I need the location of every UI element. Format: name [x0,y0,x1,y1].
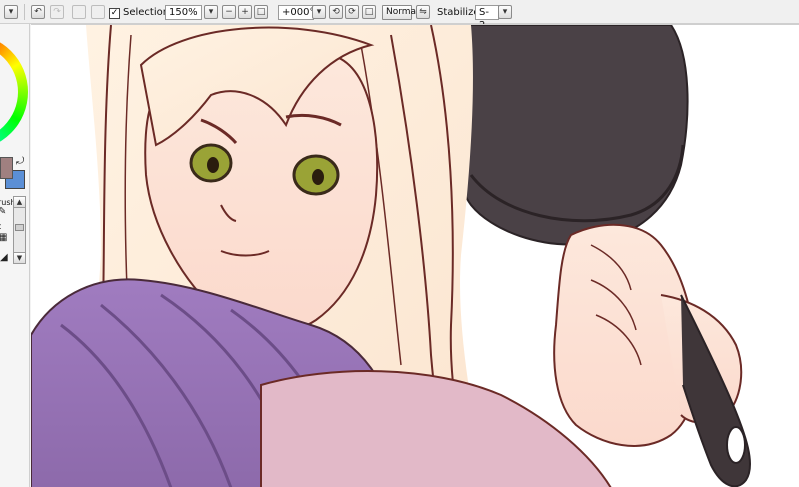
foreground-color-swatch[interactable] [0,157,13,179]
color-wheel-container [0,34,29,154]
stabilizer-dropdown-icon[interactable]: ▾ [498,5,512,19]
rotate-left-icon[interactable]: ⟲ [329,5,343,19]
zoom-field[interactable]: 150% [165,5,202,20]
flip-horizontal-icon[interactable]: ⇋ [416,5,430,19]
left-tool-panel: ⤾ rush ✎ t ▦ ◢ ▲ ▼ [0,24,30,487]
deselect-icon[interactable] [72,5,86,19]
paint-app-window: ▾ ↶ ↷ ✓ Selection 150% ▾ − + □ +000° ▾ ⟲… [0,0,799,487]
zoom-dropdown-icon[interactable]: ▾ [204,5,218,19]
menu-dropdown-icon[interactable]: ▾ [4,5,18,19]
rotation-field[interactable]: +000° [278,5,314,20]
drawing-canvas[interactable] [31,24,799,487]
pen-tool-icon[interactable]: ◢ [0,252,11,264]
rotation-dropdown-icon[interactable]: ▾ [312,5,326,19]
scroll-down-icon[interactable]: ▼ [14,252,25,263]
zoom-out-icon[interactable]: − [222,5,236,19]
blend-mode-button[interactable]: Normal [382,5,419,20]
frying-pan [450,25,689,246]
tool-list-scrollbar[interactable]: ▲ ▼ [13,196,26,264]
zoom-in-icon[interactable]: + [238,5,252,19]
brush-tool-icon[interactable]: ✎ [0,206,9,218]
selection-checkbox[interactable]: ✓ [109,8,120,19]
stabilizer-field[interactable]: S-2 [475,5,499,31]
swap-colors-icon[interactable]: ⤾ [16,157,24,167]
scroll-thumb[interactable] [15,224,24,231]
zoom-reset-icon[interactable]: □ [254,5,268,19]
top-toolbar: ▾ ↶ ↷ ✓ Selection 150% ▾ − + □ +000° ▾ ⟲… [0,0,799,31]
invert-selection-icon[interactable] [91,5,105,19]
rotate-reset-icon[interactable]: □ [362,5,376,19]
undo-icon[interactable]: ↶ [31,5,45,19]
artwork-illustration [31,25,752,487]
brush-tool-label-2: t [0,222,1,231]
toolbar-separator [24,4,25,20]
scroll-up-icon[interactable]: ▲ [14,197,25,208]
redo-icon[interactable]: ↷ [50,5,64,19]
rotate-right-icon[interactable]: ⟳ [345,5,359,19]
texture-tool-icon[interactable]: ▦ [0,232,9,244]
selection-label: Selection [123,7,170,18]
